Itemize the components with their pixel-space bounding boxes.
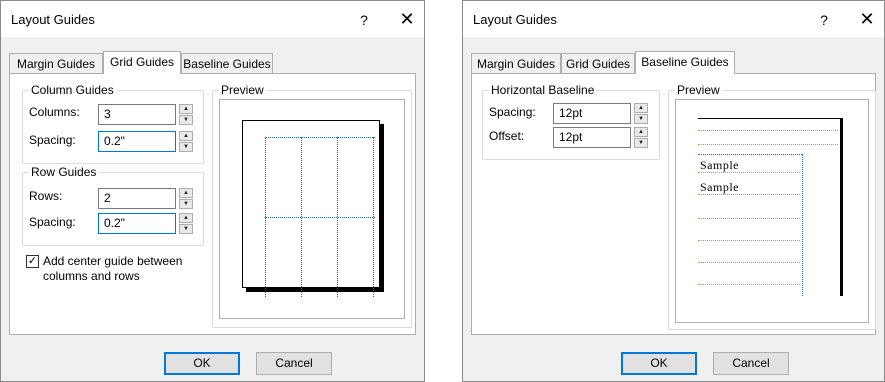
column-guides-legend: Column Guides: [29, 83, 116, 98]
down-arrow-icon[interactable]: ▼: [179, 199, 193, 209]
grid-line: [265, 137, 375, 138]
close-button[interactable]: ✕: [393, 6, 421, 32]
down-arrow-icon[interactable]: ▼: [179, 224, 193, 234]
rows-spinner: 2 ▲ ▼: [98, 188, 194, 209]
dialog-title: Layout Guides: [11, 12, 95, 27]
preview-group: Preview Sample Sample: [668, 83, 876, 330]
row-spacing-input[interactable]: 0.2": [98, 213, 176, 234]
preview-area: [219, 99, 405, 319]
preview-group: Preview: [212, 83, 412, 328]
up-arrow-icon[interactable]: ▲: [634, 127, 648, 137]
row-guides-group: Row Guides Rows: 2 ▲ ▼ Spacing: 0.2" ▲ ▼: [22, 165, 204, 246]
center-guide-label[interactable]: Add center guide between columns and row…: [43, 254, 208, 284]
ok-button[interactable]: OK: [621, 352, 697, 375]
down-arrow-icon[interactable]: ▼: [179, 115, 193, 125]
baseline-line: [698, 218, 800, 219]
row-spacing-spinner: 0.2" ▲ ▼: [98, 213, 194, 234]
up-arrow-icon[interactable]: ▲: [634, 103, 648, 113]
tab-baseline-guides[interactable]: Baseline Guides: [635, 51, 735, 74]
dialog-title: Layout Guides: [473, 12, 557, 27]
tab-margin-guides[interactable]: Margin Guides: [9, 53, 103, 73]
tab-grid-guides[interactable]: Grid Guides: [103, 51, 181, 74]
columns-spinner: 3 ▲ ▼: [98, 104, 194, 125]
preview-legend: Preview: [675, 83, 722, 98]
layout-guides-dialog-grid: Layout Guides ? ✕ Margin Guides Grid Gui…: [0, 0, 425, 382]
sample-text: Sample: [700, 180, 739, 194]
center-guide-checkbox[interactable]: ✓: [26, 255, 39, 268]
tab-strip: Margin Guides Grid Guides Baseline Guide…: [471, 51, 876, 74]
column-spacing-input[interactable]: 0.2": [98, 131, 176, 152]
baseline-offset-label: Offset:: [489, 129, 525, 143]
page-right-edge: [840, 118, 843, 296]
baseline-offset-spinner: 12pt ▲ ▼: [553, 127, 649, 148]
baseline-spacing-input[interactable]: 12pt: [553, 103, 631, 124]
horizontal-baseline-legend: Horizontal Baseline: [489, 83, 597, 98]
title-bar: Layout Guides ? ✕: [1, 1, 424, 37]
ok-button[interactable]: OK: [164, 352, 240, 375]
grid-line: [265, 217, 375, 218]
baseline-line: [698, 240, 800, 241]
preview-legend: Preview: [219, 83, 266, 98]
columns-input[interactable]: 3: [98, 104, 176, 125]
layout-guides-dialog-baseline: Layout Guides ? ✕ Margin Guides Grid Gui…: [462, 0, 885, 382]
grid-line: [265, 137, 266, 297]
rows-label: Rows:: [29, 189, 63, 203]
baseline-spacing-spinner: 12pt ▲ ▼: [553, 103, 649, 124]
up-arrow-icon[interactable]: ▲: [179, 213, 193, 223]
margin-guide: [698, 154, 802, 155]
column-spacing-spinner: 0.2" ▲ ▼: [98, 131, 194, 152]
baseline-line: [698, 144, 838, 145]
baseline-spacing-label: Spacing:: [489, 105, 536, 119]
row-guides-legend: Row Guides: [29, 165, 99, 180]
grid-line: [373, 137, 374, 297]
column-spacing-label: Spacing:: [29, 133, 76, 147]
title-bar: Layout Guides ? ✕: [463, 1, 884, 37]
grid-line: [301, 137, 302, 297]
baseline-offset-input[interactable]: 12pt: [553, 127, 631, 148]
up-arrow-icon[interactable]: ▲: [179, 131, 193, 141]
cancel-button[interactable]: Cancel: [713, 352, 789, 375]
sample-text: Sample: [700, 158, 739, 172]
tab-grid-guides[interactable]: Grid Guides: [561, 53, 635, 73]
down-arrow-icon[interactable]: ▼: [634, 138, 648, 148]
preview-area: Sample Sample: [675, 99, 869, 323]
up-arrow-icon[interactable]: ▲: [179, 188, 193, 198]
help-button[interactable]: ?: [354, 10, 374, 30]
down-arrow-icon[interactable]: ▼: [179, 142, 193, 152]
grid-line: [337, 137, 338, 297]
tab-margin-guides[interactable]: Margin Guides: [471, 53, 561, 73]
tab-strip: Margin Guides Grid Guides Baseline Guide…: [9, 51, 416, 74]
column-guides-group: Column Guides Columns: 3 ▲ ▼ Spacing: 0.…: [22, 83, 204, 164]
margin-guide: [802, 154, 803, 296]
row-spacing-label: Spacing:: [29, 215, 76, 229]
grid-guides-panel: Column Guides Columns: 3 ▲ ▼ Spacing: 0.…: [9, 73, 416, 335]
baseline-line: [698, 130, 838, 131]
tab-baseline-guides[interactable]: Baseline Guides: [181, 53, 273, 73]
help-button[interactable]: ?: [814, 10, 834, 30]
baseline-line: [698, 262, 800, 263]
checkmark-icon: ✓: [27, 255, 38, 267]
close-button[interactable]: ✕: [853, 6, 881, 32]
up-arrow-icon[interactable]: ▲: [179, 104, 193, 114]
horizontal-baseline-group: Horizontal Baseline Spacing: 12pt ▲ ▼ Of…: [482, 83, 660, 160]
page-preview: [242, 120, 380, 297]
page-top-edge: [698, 118, 842, 119]
cancel-button[interactable]: Cancel: [256, 352, 332, 375]
columns-label: Columns:: [29, 105, 80, 119]
baseline-guides-panel: Horizontal Baseline Spacing: 12pt ▲ ▼ Of…: [471, 73, 876, 335]
baseline-line: [698, 284, 800, 285]
down-arrow-icon[interactable]: ▼: [634, 114, 648, 124]
rows-input[interactable]: 2: [98, 188, 176, 209]
